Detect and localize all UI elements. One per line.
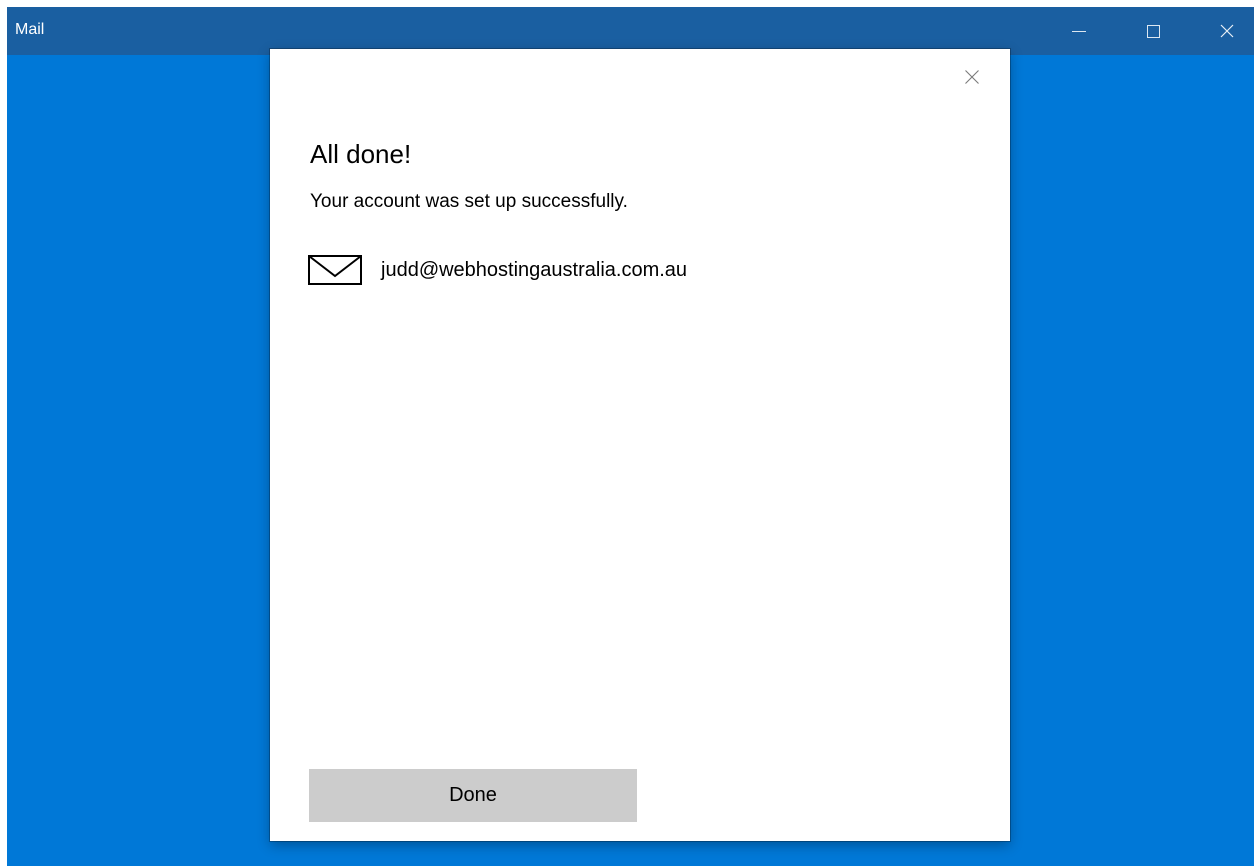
title-bar[interactable]: Mail — [7, 7, 1254, 55]
dialog-subtitle: Your account was set up successfully. — [310, 191, 628, 212]
mail-app-window: Mail All done! Your account was set up s… — [7, 7, 1254, 866]
done-button[interactable]: Done — [309, 769, 637, 822]
window-title: Mail — [15, 21, 45, 38]
close-icon — [965, 70, 979, 84]
account-email: judd@webhostingaustralia.com.au — [381, 258, 688, 281]
maximize-icon — [1146, 24, 1160, 38]
dialog-close-button[interactable] — [958, 63, 986, 91]
account-row: judd@webhostingaustralia.com.au — [308, 254, 687, 286]
mail-envelope-icon — [308, 255, 362, 285]
maximize-button[interactable] — [1130, 7, 1176, 55]
close-icon — [1220, 24, 1234, 38]
account-setup-dialog: All done! Your account was set up succes… — [270, 49, 1010, 841]
minimize-button[interactable] — [1056, 7, 1102, 55]
minimize-icon — [1072, 30, 1086, 32]
window-close-button[interactable] — [1204, 7, 1250, 55]
dialog-title: All done! — [310, 139, 412, 169]
